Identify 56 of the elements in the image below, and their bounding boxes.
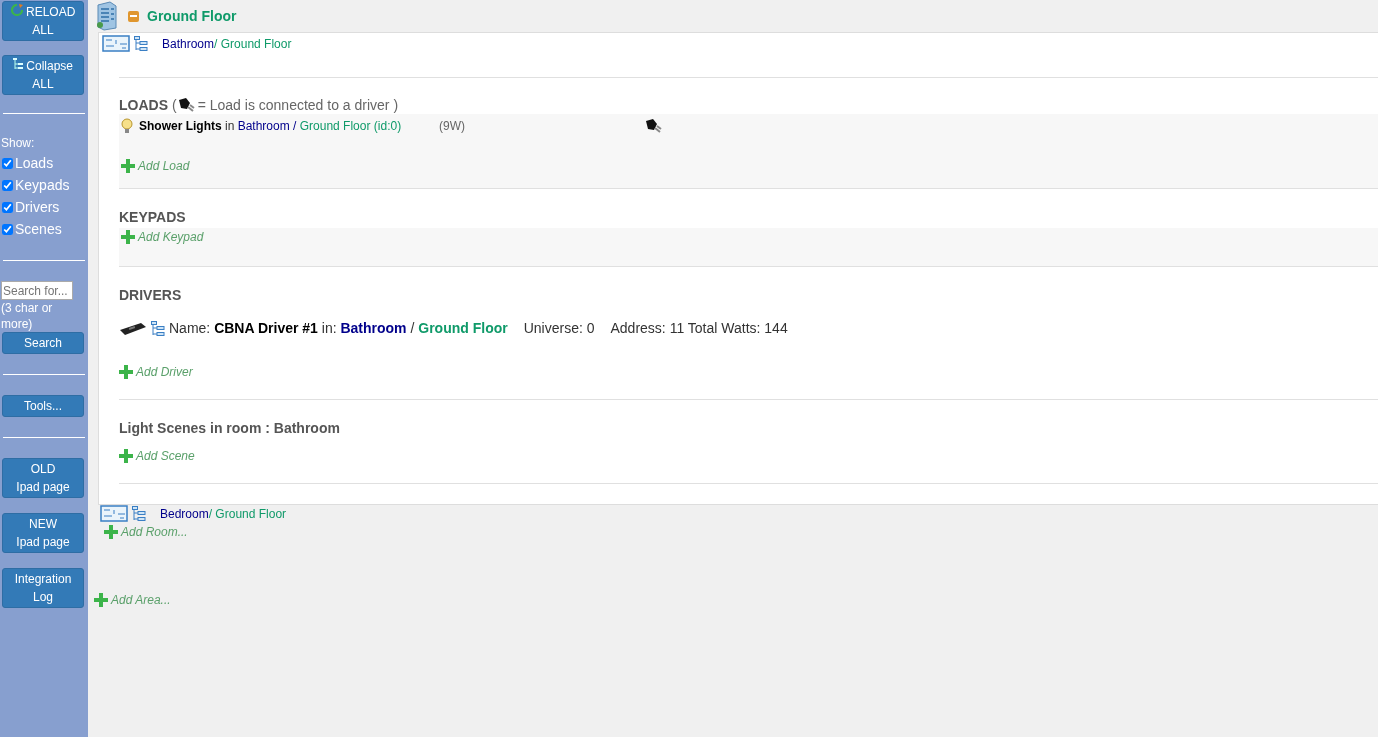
load-description: Shower Lights in Bathroom / Ground Floor (id:0) — [139, 118, 403, 135]
search-button[interactable]: Search — [2, 332, 84, 354]
page-button[interactable]: OLD Ipad page — [2, 458, 84, 498]
floor-plan-icon — [102, 35, 130, 53]
legend-text: ( — [172, 95, 177, 115]
show-label: Show: — [1, 135, 36, 152]
plus-icon — [94, 592, 108, 607]
collapse-button[interactable]: Collapse ALL — [2, 55, 84, 95]
filter-label: Scenes — [15, 220, 62, 239]
add-link[interactable]: Add Driver — [119, 363, 193, 381]
add-link[interactable]: Add Scene — [119, 447, 195, 465]
page-button[interactable]: Integration Log — [2, 568, 84, 608]
driver-description: Name: CBNA Driver #1 in: Bathroom / Ground Floor — [169, 319, 508, 338]
area-title: Ground Floor — [147, 6, 237, 26]
plus-icon — [121, 159, 135, 173]
driver-device-icon — [119, 321, 147, 336]
plus-icon — [119, 449, 133, 463]
section-heading: LOADS — [119, 95, 168, 115]
room-link[interactable]: Bedroom/ Ground Floor — [160, 505, 287, 523]
plus-icon — [119, 365, 133, 379]
search-hint: (3 char or more) — [1, 300, 54, 332]
filter-label: Drivers — [15, 198, 60, 217]
tree-icon — [12, 58, 23, 70]
tree-icon — [134, 36, 148, 52]
add-link[interactable]: Add Load — [121, 157, 190, 175]
load-watts: (9W) — [439, 118, 466, 135]
driver-address: Address: 11 Total Watts: 144 — [610, 319, 788, 338]
add-link[interactable]: Add Area... — [94, 590, 171, 609]
filter-label: Keypads — [15, 176, 70, 195]
tree-icon — [132, 506, 146, 522]
plus-icon — [104, 525, 118, 539]
page-button[interactable]: NEW Ipad page — [2, 513, 84, 553]
building-icon — [94, 1, 120, 31]
collapse-toggle-icon[interactable] — [128, 10, 139, 22]
filter-checkbox[interactable] — [2, 201, 13, 213]
floor-plan-icon — [100, 505, 128, 523]
legend-text: = Load is connected to a driver ) — [197, 95, 399, 115]
filter-checkbox[interactable] — [2, 157, 13, 169]
filter-checkbox[interactable] — [2, 223, 13, 235]
reload-button[interactable]: RELOAD ALL — [2, 1, 84, 41]
light-bulb-icon — [121, 118, 133, 134]
add-link[interactable]: Add Room... — [104, 523, 188, 541]
search-field[interactable]: Search for... — [1, 281, 73, 300]
filter-label: Loads — [15, 154, 54, 173]
reload-icon — [10, 4, 23, 16]
room-link[interactable]: Bathroom/ Ground Floor — [162, 35, 292, 53]
section-heading: KEYPADS — [119, 209, 186, 225]
add-link[interactable]: Add Keypad — [121, 228, 204, 246]
tree-icon — [151, 320, 165, 337]
plus-icon — [121, 230, 135, 244]
section-heading: Light Scenes in room : Bathroom — [119, 420, 340, 436]
filter-checkbox[interactable] — [2, 179, 13, 191]
plug-icon — [176, 97, 195, 113]
driver-universe: Universe: 0 — [523, 319, 595, 338]
section-heading: DRIVERS — [119, 287, 182, 303]
tools-button[interactable]: Tools... — [2, 395, 84, 417]
